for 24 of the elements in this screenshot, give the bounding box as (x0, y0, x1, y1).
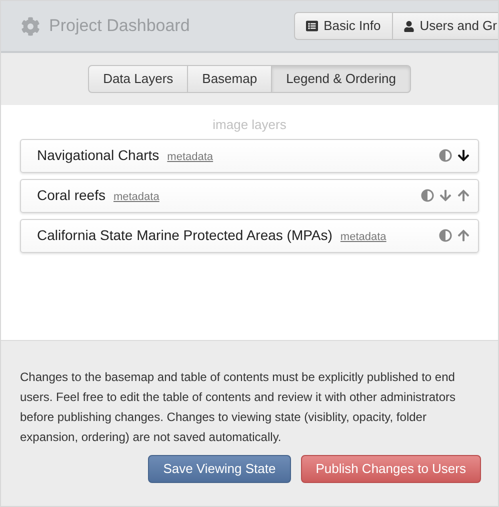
layer-name: California State Marine Protected Areas (MPAs) (37, 226, 332, 244)
page-title: Project Dashboard (49, 15, 190, 38)
arrow-up-icon[interactable] (457, 228, 470, 242)
arrow-up-icon[interactable] (457, 188, 470, 202)
metadata-link[interactable]: metadata (113, 188, 160, 206)
tab[interactable]: Basemap (188, 65, 272, 93)
notice-text: Changes to the basemap and table of contents must be explicitly published to end users. Feel free to edit the table of contents and review it with other administrators before publishing changes. Changes to viewing state (visiblity, opacity, folder expansion, ordering) are not saved automatically. (20, 369, 457, 446)
gear-icon (21, 16, 40, 36)
metadata-link[interactable]: metadata (167, 148, 214, 166)
arrow-down-icon[interactable] (457, 148, 470, 162)
layer-name: Coral reefs (37, 186, 106, 204)
section-label: image layers (212, 116, 286, 134)
opacity-icon[interactable] (421, 188, 434, 202)
nav-tab[interactable]: Users and Gr (392, 12, 498, 40)
opacity-icon[interactable] (439, 148, 452, 162)
nav-tab[interactable]: Basic Info (294, 12, 393, 40)
layer-name: Navigational Charts (37, 146, 160, 164)
metadata-link[interactable]: metadata (340, 228, 386, 246)
user-icon (404, 20, 414, 32)
save-button[interactable]: Save Viewing State (148, 455, 291, 483)
list-icon (306, 20, 318, 32)
tab[interactable]: Data Layers (88, 65, 188, 93)
opacity-icon[interactable] (439, 228, 452, 242)
tab[interactable]: Legend & Ordering (272, 65, 411, 93)
